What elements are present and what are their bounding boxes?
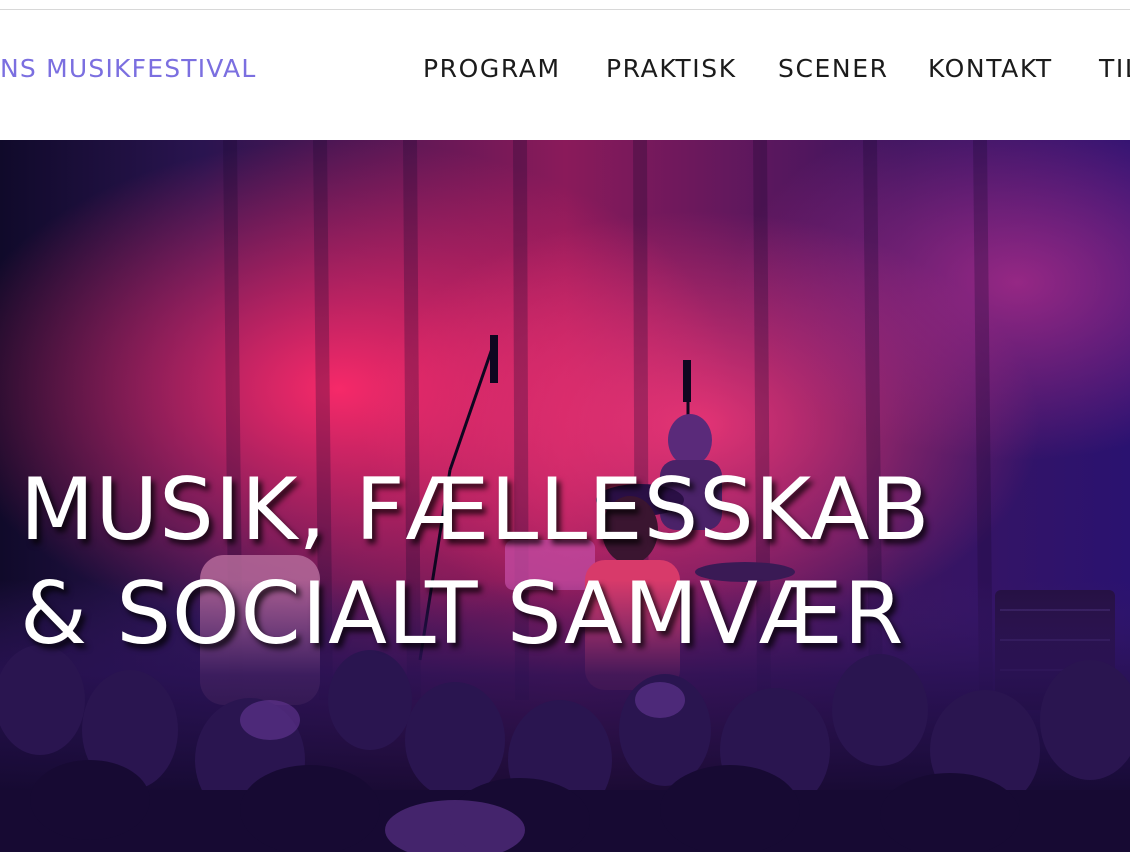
nav-item-kontakt[interactable]: KONTAKT xyxy=(928,54,1053,83)
nav-item-til[interactable]: TIL xyxy=(1099,54,1130,83)
nav-item-praktisk[interactable]: PRAKTISK xyxy=(606,54,737,83)
site-header: NS MUSIKFESTIVAL PROGRAM PRAKTISK SCENER… xyxy=(0,10,1130,140)
hero-headline-line1: MUSIK, FÆLLESSKAB xyxy=(20,460,931,560)
nav-item-program[interactable]: PROGRAM xyxy=(423,54,561,83)
hero-headline: MUSIK, FÆLLESSKAB & SOCIALT SAMVÆR xyxy=(20,458,930,666)
hero-banner: MUSIK, FÆLLESSKAB & SOCIALT SAMVÆR xyxy=(0,140,1130,852)
main-nav: PROGRAM PRAKTISK SCENER KONTAKT TIL xyxy=(0,54,1130,86)
hero-headline-line2: & SOCIALT SAMVÆR xyxy=(20,564,905,664)
nav-item-scener[interactable]: SCENER xyxy=(778,54,889,83)
